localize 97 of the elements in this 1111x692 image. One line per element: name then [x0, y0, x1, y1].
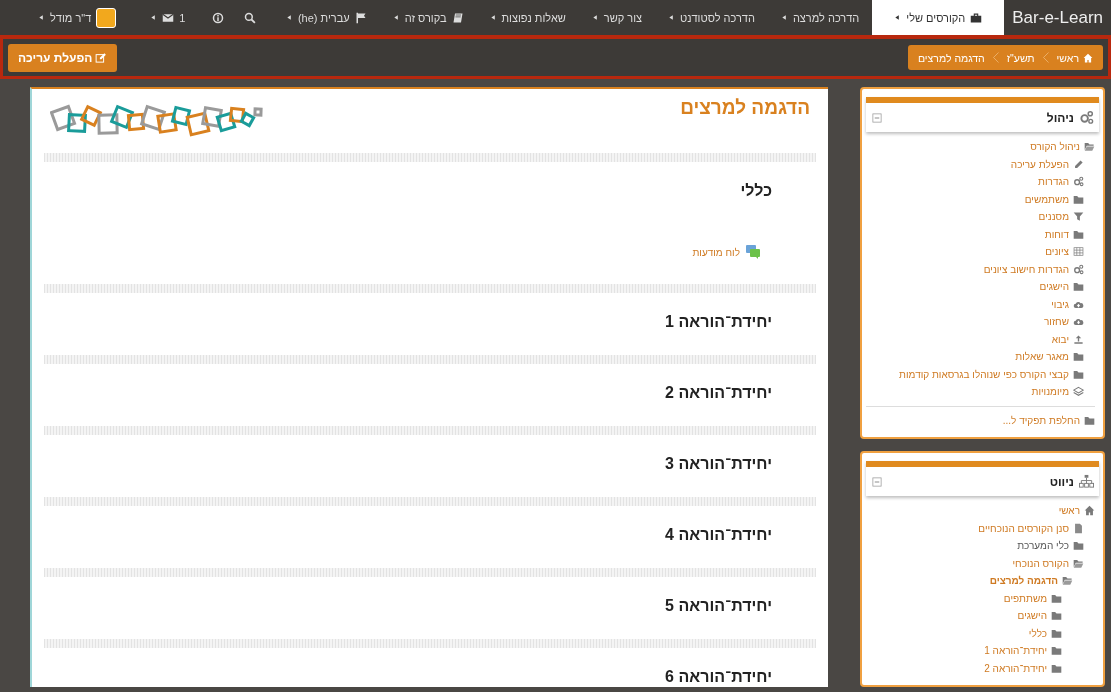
brand-name[interactable]: Bar-e-Learn — [1004, 0, 1111, 35]
folder-icon — [1073, 368, 1084, 380]
tree-link[interactable]: מאגר שאלות — [1015, 351, 1069, 363]
tree-link[interactable]: סנן הקורסים הנוכחיים — [978, 522, 1069, 534]
tree-link[interactable]: הגדרות חישוב ציונים — [983, 263, 1069, 275]
nav-menu-item[interactable]: בקורס זה — [379, 0, 477, 35]
breadcrumb-link[interactable]: ראשי — [1056, 51, 1093, 64]
gears-icon — [1073, 263, 1084, 275]
caret-icon — [780, 14, 788, 21]
nav-menu-item[interactable]: שאלות נפוצות — [476, 0, 579, 35]
tree-link[interactable]: הדגמה למרצים — [989, 575, 1058, 587]
briefcase-icon — [970, 11, 983, 24]
edit-icon — [95, 51, 108, 64]
folder-icon — [1073, 351, 1084, 363]
layers-icon — [1073, 386, 1084, 398]
tree-link[interactable]: כללי — [1028, 627, 1047, 639]
tree-link[interactable]: הישגים — [1039, 281, 1069, 293]
folder-icon — [1051, 592, 1062, 604]
section-title: כללי — [739, 182, 772, 200]
tree-link[interactable]: משתמשים — [1024, 193, 1069, 205]
folder-icon — [1051, 645, 1062, 657]
breadcrumb-link[interactable]: תשע"ז — [1006, 51, 1035, 64]
section-title: יחידת־הוראה 6 — [664, 668, 772, 686]
section-title: יחידת־הוראה 1 — [664, 313, 772, 331]
filter-icon — [1073, 211, 1084, 223]
course-title: הדגמה למרצים — [680, 97, 810, 119]
nav-menu-item[interactable]: הדרכה לסטודנט — [655, 0, 768, 35]
folder-icon — [1051, 662, 1062, 674]
block-title: ניווט — [1049, 474, 1074, 489]
section-title: יחידת־הוראה 5 — [664, 597, 772, 615]
tree-link[interactable]: שחזור — [1043, 316, 1069, 328]
section-title: יחידת־הוראה 4 — [664, 526, 772, 544]
search-icon[interactable] — [244, 11, 257, 24]
tree-link[interactable]: הפעלת עריכה — [1010, 158, 1069, 170]
caret-icon — [38, 14, 45, 21]
folder-icon — [1073, 540, 1084, 552]
folder-icon — [1073, 193, 1084, 205]
activity-link[interactable]: לוח מודעות — [692, 246, 740, 258]
cloud-download-icon — [1073, 316, 1084, 328]
tree-link[interactable]: יבוא — [1051, 333, 1069, 345]
book-icon — [451, 11, 464, 24]
caret-icon — [150, 14, 158, 21]
folder-icon — [1051, 627, 1062, 639]
tree-link[interactable]: מסננים — [1038, 211, 1069, 223]
block-title: ניהול — [1046, 110, 1074, 125]
tree-link[interactable]: קבצי הקורס כפי שנוהלו בגרסאות קודמות — [899, 368, 1069, 380]
tree-link[interactable]: דוחות — [1044, 228, 1069, 240]
tree-link[interactable]: מיומנויות — [1031, 386, 1069, 398]
open-folder-icon — [1062, 575, 1073, 587]
gears-icon — [1073, 176, 1084, 188]
envelope-icon — [162, 11, 175, 24]
table-icon — [1073, 246, 1084, 258]
gears-icon — [1079, 110, 1094, 125]
home-icon — [1084, 505, 1095, 517]
tree-label: כלי המערכת — [1017, 540, 1069, 552]
caret-icon — [489, 14, 497, 21]
chat-bubbles-icon — [744, 244, 762, 260]
upload-icon — [1073, 333, 1084, 345]
user-menu[interactable]: ד"ר מודל — [25, 7, 130, 28]
caret-icon — [668, 14, 676, 21]
edit-mode-button[interactable]: הפעלת עריכה — [8, 43, 118, 72]
section-title: יחידת־הוראה 3 — [664, 455, 772, 473]
folder-icon — [1084, 414, 1095, 426]
nav-menu-item[interactable]: הדרכה למרצה — [767, 0, 873, 35]
tree-link[interactable]: הקורס הנוכחי — [1012, 557, 1069, 569]
folder-icon — [1051, 610, 1062, 622]
tree-link[interactable]: ציונים — [1045, 246, 1069, 258]
tree-link[interactable]: גיבוי — [1051, 298, 1069, 310]
caret-icon — [285, 14, 293, 21]
folder-icon — [1073, 281, 1084, 293]
nav-menu-item[interactable]: הקורסים שלי — [872, 0, 1005, 35]
flag-icon — [354, 11, 367, 24]
tree-link[interactable]: הישגים — [1017, 610, 1047, 622]
tree-link[interactable]: ראשי — [1058, 505, 1080, 517]
file-icon — [1073, 522, 1084, 534]
messages-menu[interactable]: 1 — [137, 11, 199, 24]
tree-link[interactable]: יחידת־הוראה 1 — [984, 645, 1047, 657]
info-icon[interactable] — [212, 11, 225, 24]
tree-link[interactable]: ניהול הקורס — [1030, 141, 1080, 153]
caret-icon — [591, 14, 599, 21]
tree-link[interactable]: החלפת תפקיד ל... — [1002, 414, 1080, 426]
caret-icon — [894, 14, 902, 21]
sitemap-icon — [1079, 474, 1094, 489]
folder-icon — [1073, 228, 1084, 240]
tree-link[interactable]: יחידת־הוראה 2 — [984, 662, 1047, 674]
caret-icon — [392, 14, 400, 21]
open-folder-icon — [1084, 141, 1095, 153]
section-title: יחידת־הוראה 2 — [664, 384, 772, 402]
tree-link[interactable]: הגדרות — [1038, 176, 1069, 188]
pencil-icon — [1073, 158, 1084, 170]
open-folder-icon — [1073, 557, 1084, 569]
user-avatar — [96, 7, 117, 28]
nav-menu-item[interactable]: עברית (he) — [272, 0, 380, 35]
home-icon — [1083, 52, 1093, 63]
tree-link[interactable]: משתתפים — [1003, 592, 1047, 604]
nav-menu-item[interactable]: צור קשר — [578, 0, 656, 35]
breadcrumb-link[interactable]: הדגמה למרצים — [917, 51, 985, 64]
